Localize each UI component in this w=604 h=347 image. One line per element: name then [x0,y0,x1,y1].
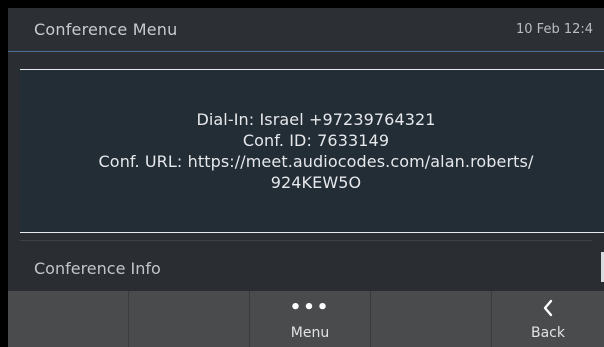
menu-softkey[interactable]: ••• Menu [250,291,371,347]
softkey-4[interactable] [371,291,492,347]
phone-screen: Conference Menu 10 Feb 12:4 Conference I… [8,8,604,347]
header-bar: Conference Menu 10 Feb 12:4 [8,8,604,52]
page-title: Conference Menu [34,20,178,39]
date-time: 10 Feb 12:4 [516,22,594,37]
dial-in-line: Dial-In: Israel +97239764321 [196,110,436,129]
conference-details: Dial-In: Israel +97239764321 Conf. ID: 7… [46,109,586,193]
softkey-1[interactable] [8,291,129,347]
menu-label: Menu [290,325,330,341]
more-dots-icon: ••• [289,297,331,318]
conf-id-line: Conf. ID: 7633149 [242,131,390,150]
softkey-bar: ••• Menu Back [8,291,604,347]
conference-info-popup: Dial-In: Israel +97239764321 Conf. ID: 7… [20,69,604,233]
back-label: Back [531,325,565,341]
conf-url-continuation: 924KEW5O [270,173,362,192]
chevron-left-icon [492,299,604,321]
conf-url-line: Conf. URL: https://meet.audiocodes.com/a… [98,152,534,171]
list-item-conference-info[interactable]: Conference Info [34,259,161,278]
softkey-2[interactable] [129,291,250,347]
back-softkey[interactable]: Back [492,291,604,347]
list-divider [20,240,592,241]
